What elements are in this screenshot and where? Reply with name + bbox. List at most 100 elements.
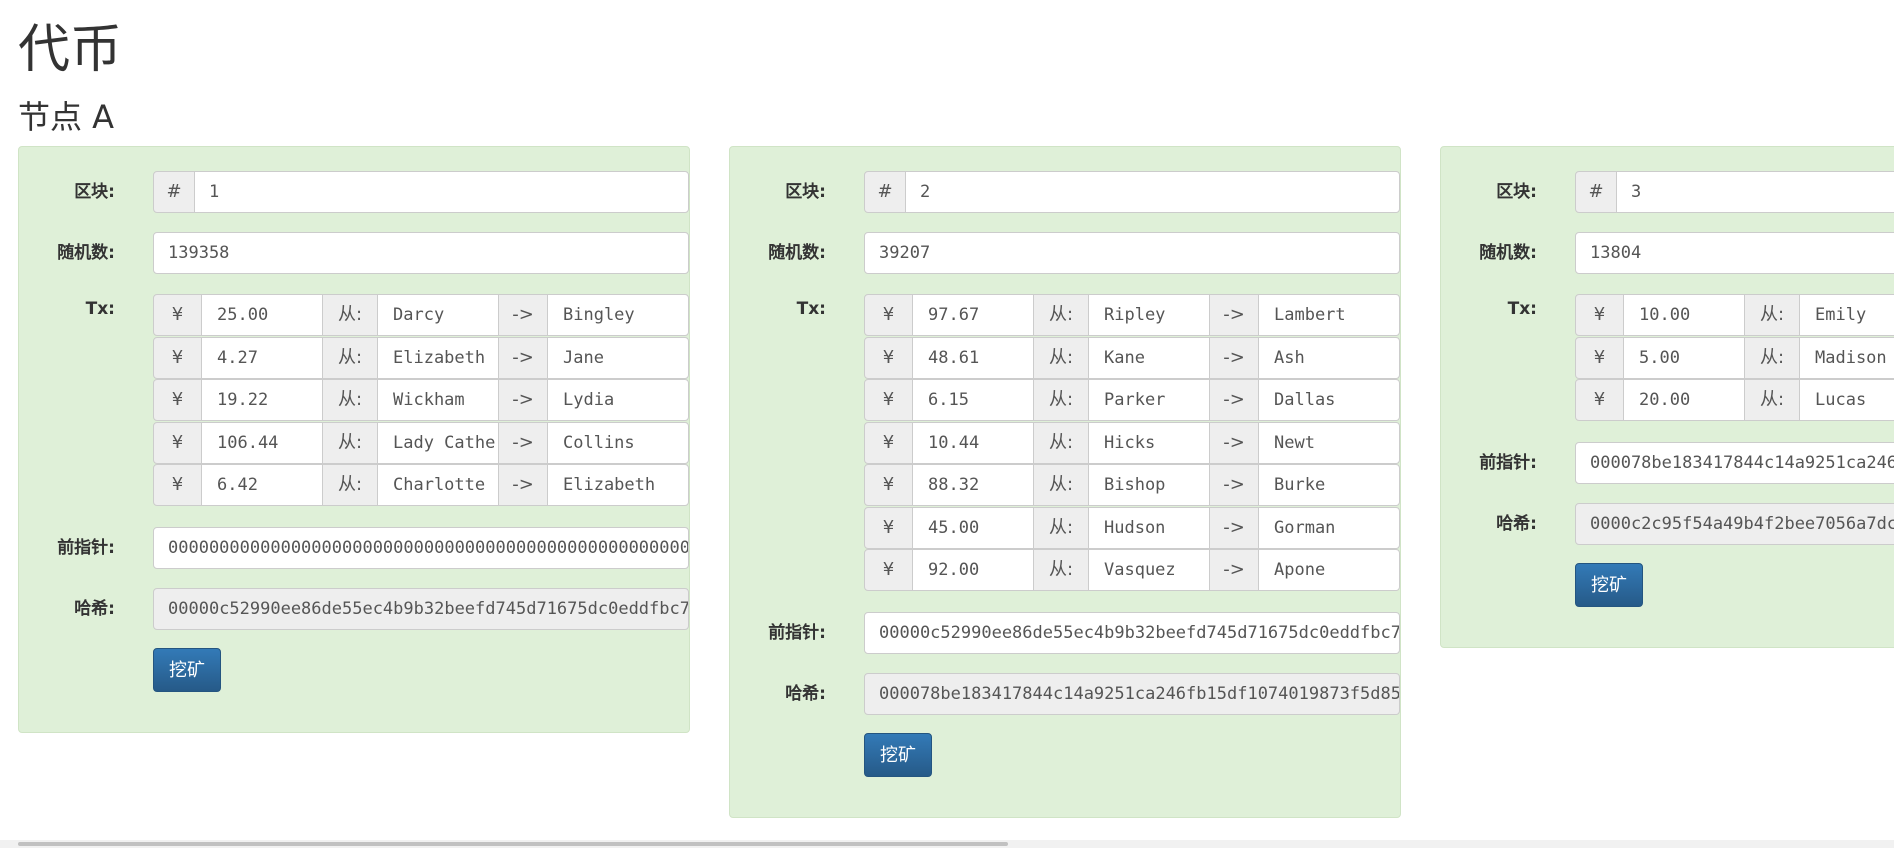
from-addon: 从: — [1033, 337, 1089, 379]
tx-list: ¥ 10.00 从: Emily -> ¥ 5.00 从: Madison ->… — [1575, 294, 1894, 422]
hash-label: 哈希: — [1496, 514, 1537, 534]
tx-list: ¥ 25.00 从: Darcy -> Bingley ¥ 4.27 从: El… — [153, 294, 689, 507]
tx-row: ¥ 106.44 从: Lady Cathe -> Collins — [153, 422, 689, 464]
block-panel: 区块: # 1 随机数: 139358 Tx: ¥ 25.00 从: Darcy… — [18, 146, 690, 733]
tx-to-input[interactable]: Bingley — [547, 294, 689, 336]
nonce-label: 随机数: — [1479, 243, 1537, 263]
arrow-addon: -> — [1209, 549, 1259, 591]
tx-amount-input[interactable]: 48.61 — [912, 337, 1034, 379]
prev-input[interactable]: 0000000000000000000000000000000000000000… — [153, 527, 689, 569]
tx-to-input[interactable]: Gorman — [1258, 507, 1400, 549]
tx-to-input[interactable]: Lambert — [1258, 294, 1400, 336]
mine-button[interactable]: 挖矿 — [153, 648, 221, 692]
currency-addon: ¥ — [1575, 337, 1624, 379]
tx-from-input[interactable]: Ripley — [1088, 294, 1210, 336]
tx-from-input[interactable]: Emily — [1799, 294, 1894, 336]
tx-amount-input[interactable]: 10.44 — [912, 422, 1034, 464]
tx-row: ¥ 6.15 从: Parker -> Dallas — [864, 379, 1400, 421]
tx-amount-input[interactable]: 45.00 — [912, 507, 1034, 549]
tx-to-input[interactable]: Collins — [547, 422, 689, 464]
tx-to-input[interactable]: Burke — [1258, 464, 1400, 506]
tx-from-input[interactable]: Lucas — [1799, 379, 1894, 421]
currency-addon: ¥ — [864, 507, 913, 549]
block-number-input[interactable]: 1 — [194, 171, 689, 213]
tx-to-input[interactable]: Elizabeth — [547, 464, 689, 506]
currency-addon: ¥ — [1575, 294, 1624, 336]
hash-output: 000078be183417844c14a9251ca246fb15df1074… — [864, 673, 1400, 715]
block-number-input[interactable]: 2 — [905, 171, 1400, 213]
mine-button[interactable]: 挖矿 — [1575, 563, 1643, 607]
mine-button[interactable]: 挖矿 — [864, 733, 932, 777]
block-panel: 区块: # 2 随机数: 39207 Tx: ¥ 97.67 从: Ripley… — [729, 146, 1401, 818]
prev-label: 前指针: — [57, 538, 115, 558]
tx-from-input[interactable]: Hudson — [1088, 507, 1210, 549]
tx-label: Tx: — [85, 299, 115, 319]
from-addon: 从: — [322, 337, 378, 379]
tx-from-input[interactable]: Kane — [1088, 337, 1210, 379]
arrow-addon: -> — [1209, 464, 1259, 506]
currency-addon: ¥ — [153, 337, 202, 379]
currency-addon: ¥ — [864, 422, 913, 464]
block-number-group: # 3 — [1575, 171, 1894, 213]
prev-label: 前指针: — [768, 623, 826, 643]
block-number-input[interactable]: 3 — [1616, 171, 1894, 213]
from-addon: 从: — [1744, 379, 1800, 421]
tx-row: ¥ 92.00 从: Vasquez -> Apone — [864, 549, 1400, 591]
block-label: 区块: — [785, 182, 826, 202]
arrow-addon: -> — [498, 294, 548, 336]
tx-to-input[interactable]: Ash — [1258, 337, 1400, 379]
tx-amount-input[interactable]: 10.00 — [1623, 294, 1745, 336]
tx-amount-input[interactable]: 5.00 — [1623, 337, 1745, 379]
from-addon: 从: — [322, 422, 378, 464]
arrow-addon: -> — [498, 379, 548, 421]
hash-label: 哈希: — [785, 684, 826, 704]
nonce-input[interactable]: 39207 — [864, 232, 1400, 274]
tx-to-input[interactable]: Apone — [1258, 549, 1400, 591]
horizontal-scrollbar-thumb[interactable] — [18, 842, 1008, 846]
tx-amount-input[interactable]: 6.42 — [201, 464, 323, 506]
tx-row: ¥ 88.32 从: Bishop -> Burke — [864, 464, 1400, 506]
nonce-input[interactable]: 139358 — [153, 232, 689, 274]
tx-amount-input[interactable]: 4.27 — [201, 337, 323, 379]
tx-from-input[interactable]: Lady Cathe — [377, 422, 499, 464]
prev-label: 前指针: — [1479, 453, 1537, 473]
tx-amount-input[interactable]: 92.00 — [912, 549, 1034, 591]
tx-amount-input[interactable]: 106.44 — [201, 422, 323, 464]
from-addon: 从: — [1033, 507, 1089, 549]
nonce-input[interactable]: 13804 — [1575, 232, 1894, 274]
from-addon: 从: — [1744, 294, 1800, 336]
nonce-label: 随机数: — [768, 243, 826, 263]
tx-row: ¥ 6.42 从: Charlotte -> Elizabeth — [153, 464, 689, 506]
tx-from-input[interactable]: Vasquez — [1088, 549, 1210, 591]
tx-to-input[interactable]: Newt — [1258, 422, 1400, 464]
currency-addon: ¥ — [153, 294, 202, 336]
tx-from-input[interactable]: Charlotte — [377, 464, 499, 506]
arrow-addon: -> — [1209, 379, 1259, 421]
tx-from-input[interactable]: Bishop — [1088, 464, 1210, 506]
tx-amount-input[interactable]: 6.15 — [912, 379, 1034, 421]
block-label: 区块: — [1496, 182, 1537, 202]
tx-amount-input[interactable]: 19.22 — [201, 379, 323, 421]
prev-input[interactable]: 000078be183417844c14a9251ca246fb15 — [1575, 442, 1894, 484]
hash-sign-addon: # — [153, 171, 195, 213]
prev-input[interactable]: 00000c52990ee86de55ec4b9b32beefd745d7167… — [864, 612, 1400, 654]
page-title: 代币 — [18, 20, 123, 80]
tx-amount-input[interactable]: 25.00 — [201, 294, 323, 336]
currency-addon: ¥ — [864, 337, 913, 379]
tx-amount-input[interactable]: 88.32 — [912, 464, 1034, 506]
tx-row: ¥ 5.00 从: Madison -> — [1575, 337, 1894, 379]
tx-from-input[interactable]: Hicks — [1088, 422, 1210, 464]
tx-amount-input[interactable]: 97.67 — [912, 294, 1034, 336]
tx-to-input[interactable]: Dallas — [1258, 379, 1400, 421]
arrow-addon: -> — [1209, 507, 1259, 549]
tx-from-input[interactable]: Parker — [1088, 379, 1210, 421]
currency-addon: ¥ — [153, 379, 202, 421]
tx-from-input[interactable]: Madison — [1799, 337, 1894, 379]
from-addon: 从: — [322, 379, 378, 421]
tx-from-input[interactable]: Wickham — [377, 379, 499, 421]
tx-to-input[interactable]: Jane — [547, 337, 689, 379]
tx-from-input[interactable]: Elizabeth — [377, 337, 499, 379]
tx-amount-input[interactable]: 20.00 — [1623, 379, 1745, 421]
tx-from-input[interactable]: Darcy — [377, 294, 499, 336]
tx-to-input[interactable]: Lydia — [547, 379, 689, 421]
